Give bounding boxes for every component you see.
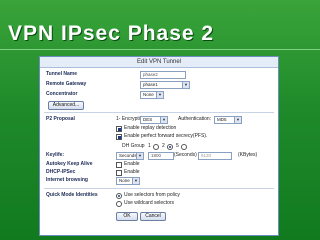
quick-mode-identities-label: Quick Mode Identities: [46, 192, 98, 198]
replay-detection-checkbox[interactable]: [116, 126, 122, 132]
tunnel-name-label: Tunnel Name: [46, 71, 78, 77]
keylife-seconds-input[interactable]: 1800: [148, 152, 174, 160]
section-divider: [44, 112, 274, 113]
chevron-down-icon: ▼: [136, 153, 143, 159]
chevron-down-icon: ▼: [234, 117, 241, 123]
dh-group-option-2-label: 2: [162, 143, 165, 149]
dhcp-ipsec-checkbox[interactable]: [116, 170, 122, 176]
remote-gateway-label: Remote Gateway: [46, 81, 87, 87]
keylife-unit-value: Seconds: [119, 153, 137, 158]
tunnel-name-input[interactable]: phase2: [140, 71, 186, 79]
p2-proposal-label: P2 Proposal: [46, 116, 75, 122]
pfs-checkbox[interactable]: [116, 134, 122, 140]
keylife-kbytes-input[interactable]: 5120: [198, 152, 232, 160]
keylife-kbytes-label: (KBytes): [238, 152, 258, 158]
ok-button[interactable]: OK: [116, 212, 138, 221]
edit-vpn-tunnel-dialog: Edit VPN Tunnel Tunnel Name phase2 Remot…: [39, 56, 279, 236]
chevron-down-icon: ▼: [156, 92, 163, 98]
keylife-label: Keylife:: [46, 152, 65, 158]
dhcp-ipsec-label: DHCP-IPSec: [46, 169, 76, 175]
internet-browsing-select[interactable]: None ▼: [116, 177, 140, 185]
dh-group-2-radio[interactable]: [167, 144, 173, 150]
dh-group-option-1-label: 1: [148, 143, 151, 149]
use-selectors-from-policy-label: Use selectors from policy: [124, 192, 180, 198]
advanced-button[interactable]: Advanced...: [48, 101, 84, 110]
dh-group-label: DH Group: [122, 143, 145, 149]
keylife-seconds-label: (Seconds): [174, 152, 197, 158]
pfs-label: Enable perfect forward secrecy(PFS).: [124, 133, 208, 139]
keylife-unit-select[interactable]: Seconds ▼: [116, 152, 144, 160]
internet-browsing-value: None: [119, 178, 130, 183]
concentrator-select[interactable]: None ▼: [140, 91, 164, 99]
encryption-value: DES: [143, 117, 153, 122]
dh-group-5-radio[interactable]: [181, 144, 187, 150]
use-wildcard-selectors-label: Use wildcard selectors: [124, 200, 175, 206]
concentrator-value: None: [143, 92, 154, 97]
autokey-keep-alive-label: Autokey Keep Alive: [46, 161, 93, 167]
dialog-title: Edit VPN Tunnel: [40, 57, 278, 68]
dh-group-1-radio[interactable]: [153, 144, 159, 150]
use-selectors-from-policy-radio[interactable]: [116, 193, 122, 199]
slide-title: VPN IPsec Phase 2: [8, 22, 215, 45]
section-divider: [44, 188, 274, 189]
use-wildcard-selectors-radio[interactable]: [116, 201, 122, 207]
authentication-value: MD5: [217, 117, 227, 122]
chevron-down-icon: ▼: [160, 117, 167, 123]
autokey-keep-alive-checkbox[interactable]: [116, 162, 122, 168]
authentication-select[interactable]: MD5 ▼: [214, 116, 242, 124]
chevron-down-icon: ▼: [182, 82, 189, 88]
remote-gateway-select[interactable]: phase1 ▼: [140, 81, 190, 89]
cancel-button[interactable]: Cancel: [140, 212, 166, 221]
concentrator-label: Concentrator: [46, 91, 78, 97]
replay-detection-label: Enable replay detection: [124, 125, 177, 131]
title-divider: [0, 49, 320, 50]
dh-group-option-5-label: 5: [176, 143, 179, 149]
encryption-select[interactable]: DES ▼: [140, 116, 168, 124]
authentication-label: Authentication:: [178, 116, 212, 122]
dhcp-ipsec-enable-label: Enable: [124, 169, 140, 175]
internet-browsing-label: Internet browsing: [46, 177, 88, 183]
chevron-down-icon: ▼: [132, 178, 139, 184]
autokey-keep-alive-enable-label: Enable: [124, 161, 140, 167]
remote-gateway-value: phase1: [143, 82, 158, 87]
